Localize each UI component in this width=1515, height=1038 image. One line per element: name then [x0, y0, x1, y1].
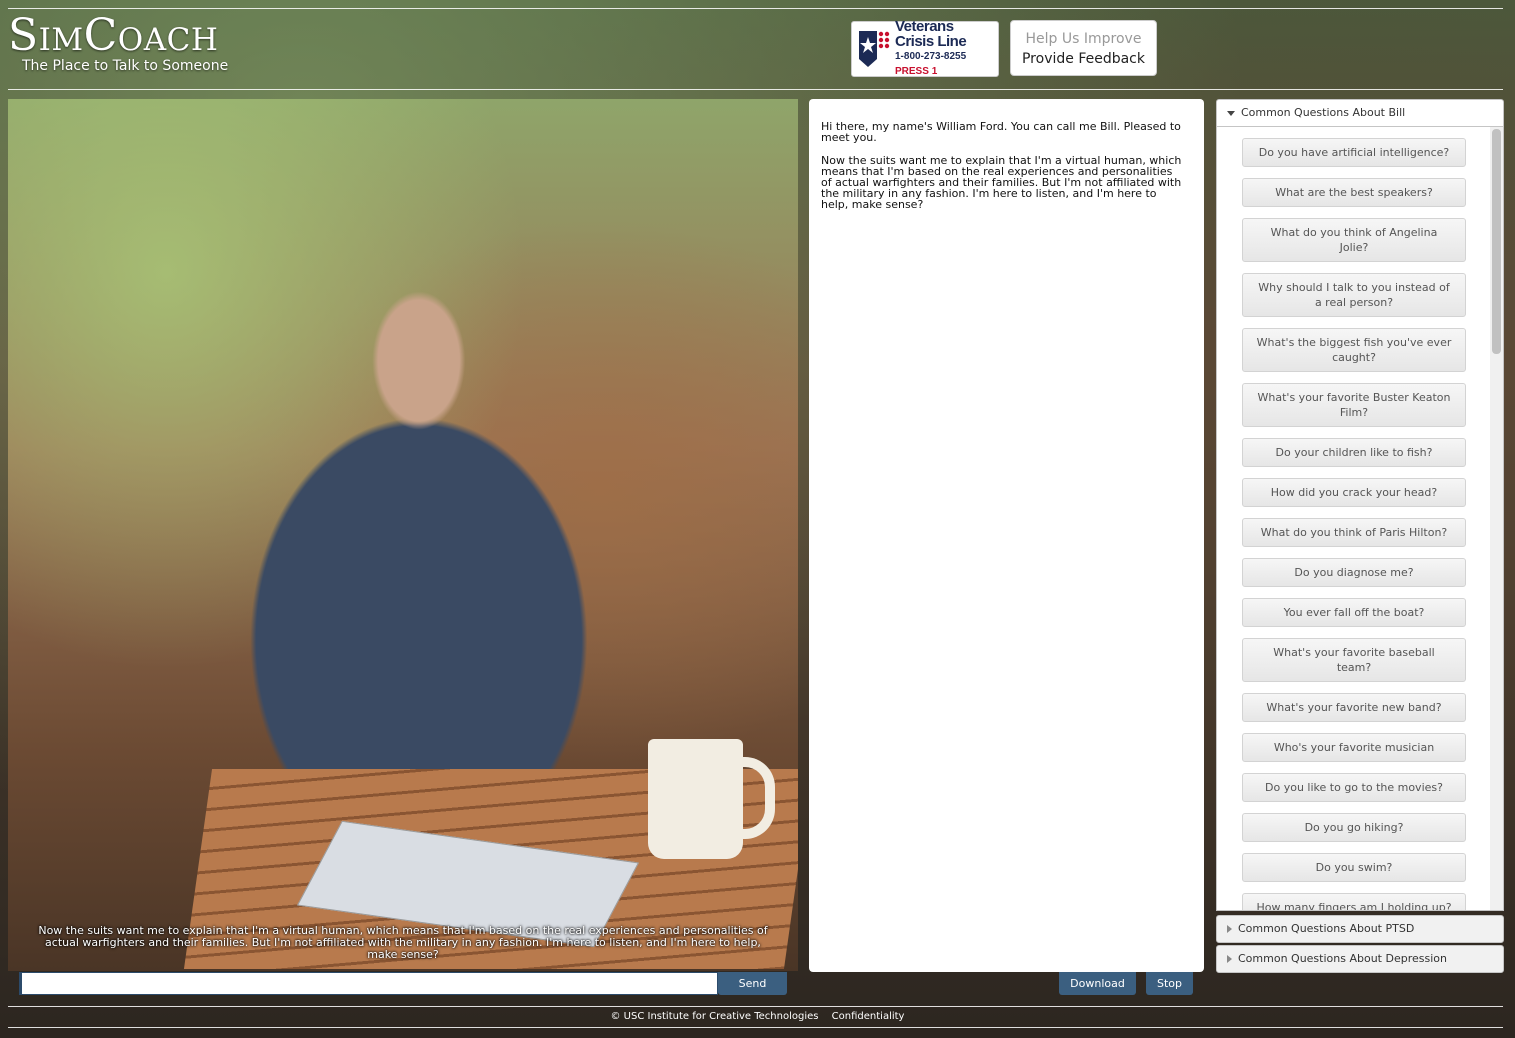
question-button[interactable]: What's the biggest fish you've ever caug… — [1242, 328, 1466, 372]
feedback-subtitle: Help Us Improve — [1025, 31, 1142, 47]
question-button[interactable]: What's your favorite Buster Keaton Film? — [1242, 383, 1466, 427]
chat-input-row: Send — [19, 972, 787, 995]
video-caption: Now the suits want me to explain that I'… — [38, 924, 768, 961]
question-button[interactable]: Do you like to go to the movies? — [1242, 773, 1466, 802]
site-title: SimCoach — [8, 10, 219, 61]
chat-input[interactable] — [19, 972, 718, 995]
simcoach-logo: SimCoach The Place to Talk to Someone — [8, 10, 229, 75]
provide-feedback-button[interactable]: Help Us Improve Provide Feedback — [1010, 20, 1157, 76]
question-button[interactable]: Do you swim? — [1242, 853, 1466, 882]
question-button[interactable]: Do you have artificial intelligence? — [1242, 138, 1466, 167]
questions-accordion: Common Questions About Bill Do you have … — [1216, 99, 1504, 973]
stop-button[interactable]: Stop — [1146, 972, 1193, 995]
footer: © USC Institute for Creative Technologie… — [0, 1011, 1515, 1022]
crisis-line-phone: 1-800-273-8255 PRESS 1 — [895, 51, 967, 77]
section-ptsd-header[interactable]: Common Questions About PTSD — [1216, 915, 1504, 943]
section-depression-header[interactable]: Common Questions About Depression — [1216, 945, 1504, 973]
question-button[interactable]: What's your favorite new band? — [1242, 693, 1466, 722]
question-button[interactable]: How many fingers am I holding up? — [1242, 893, 1466, 910]
veterans-crisis-line-banner[interactable]: Veterans Crisis Line 1-800-273-8255 PRES… — [851, 18, 999, 77]
question-button[interactable]: You ever fall off the boat? — [1242, 598, 1466, 627]
crisis-line-title-2: Crisis Line — [895, 33, 967, 50]
question-button[interactable]: Do you go hiking? — [1242, 813, 1466, 842]
triangle-right-icon — [1227, 955, 1232, 963]
site-tagline: The Place to Talk to Someone — [22, 58, 229, 74]
feedback-label: Provide Feedback — [1021, 51, 1145, 67]
question-button[interactable]: Who's your favorite musician — [1242, 733, 1466, 762]
crisis-line-logo-icon — [857, 29, 891, 69]
crisis-line-title-1: Veterans — [895, 18, 954, 35]
transcript-panel: Hi there, my name's William Ford. You ca… — [809, 99, 1204, 972]
transcript-message: Now the suits want me to explain that I'… — [821, 154, 1182, 211]
footer-top-rule — [8, 1006, 1503, 1007]
confidentiality-link[interactable]: Confidentiality — [832, 1011, 905, 1022]
footer-bottom-rule — [8, 1027, 1503, 1028]
download-button[interactable]: Download — [1059, 972, 1136, 995]
triangle-right-icon — [1227, 925, 1232, 933]
header-top-rule — [8, 8, 1503, 9]
question-button[interactable]: What's your favorite baseball team? — [1242, 638, 1466, 682]
question-list: Do you have artificial intelligence? What… — [1217, 127, 1466, 910]
question-button[interactable]: What do you think of Paris Hilton? — [1242, 518, 1466, 547]
question-button[interactable]: What are the best speakers? — [1242, 178, 1466, 207]
section-bill-body: Do you have artificial intelligence? What… — [1216, 127, 1504, 911]
question-button[interactable]: Why should I talk to you instead of a re… — [1242, 273, 1466, 317]
question-button[interactable]: What do you think of Angelina Jolie? — [1242, 218, 1466, 262]
copyright-link[interactable]: © USC Institute for Creative Technologie… — [611, 1011, 819, 1022]
question-scrollbar[interactable] — [1490, 127, 1503, 910]
send-button[interactable]: Send — [718, 972, 787, 995]
mug-scene — [648, 739, 775, 859]
question-button[interactable]: Do you diagnose me? — [1242, 558, 1466, 587]
question-button[interactable]: Do your children like to fish? — [1242, 438, 1466, 467]
section-bill-header[interactable]: Common Questions About Bill — [1216, 99, 1504, 127]
question-button[interactable]: How did you crack your head? — [1242, 478, 1466, 507]
header-bottom-rule — [8, 89, 1503, 90]
transcript-message: Hi there, my name's William Ford. You ca… — [821, 120, 1181, 144]
virtual-human-video[interactable]: Now the suits want me to explain that I'… — [8, 99, 798, 971]
triangle-down-icon — [1227, 110, 1235, 116]
scrollbar-thumb[interactable] — [1492, 129, 1501, 354]
